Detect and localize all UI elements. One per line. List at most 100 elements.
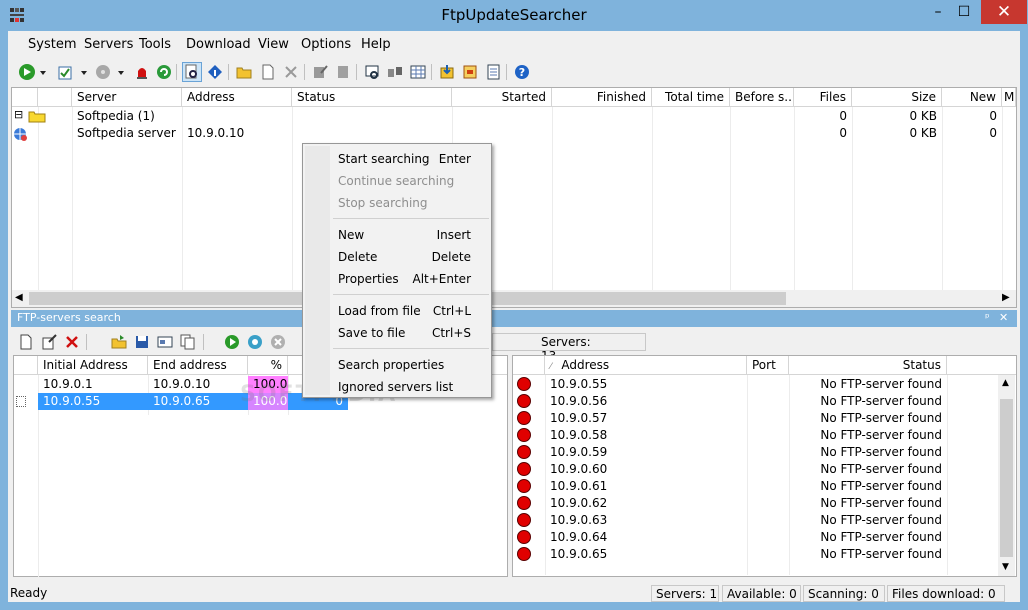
icon-column-header[interactable] — [38, 88, 72, 107]
status-dot-column-header[interactable] — [513, 356, 545, 375]
disc-icon[interactable] — [93, 62, 113, 82]
column-header-address[interactable]: Address — [182, 88, 292, 107]
info-diamond-icon[interactable] — [205, 62, 225, 82]
properties-icon[interactable] — [155, 332, 175, 352]
tree-column-header[interactable] — [12, 88, 38, 107]
menu-system[interactable]: System — [28, 37, 76, 52]
status-error-dot-icon — [517, 394, 531, 408]
table-row[interactable]: 10.9.0.62 No FTP-server found — [513, 495, 998, 512]
edit-range-icon[interactable] — [39, 332, 59, 352]
menu-item-properties[interactable]: Properties Alt+Enter — [331, 268, 489, 290]
archive-icon[interactable] — [460, 62, 480, 82]
stop-scan-icon[interactable] — [268, 332, 288, 352]
column-header-new[interactable]: New — [942, 88, 1002, 107]
column-header-status[interactable]: Status — [292, 88, 452, 107]
column-header-server[interactable]: Server — [72, 88, 182, 107]
column-header-files[interactable]: Files — [794, 88, 852, 107]
download-icon[interactable] — [437, 62, 457, 82]
panel-close-button[interactable]: ✕ — [999, 311, 1008, 324]
horizontal-scrollbar[interactable]: ◀ ▶ — [12, 290, 1016, 307]
menu-download[interactable]: Download — [186, 37, 251, 52]
network-icon[interactable] — [385, 62, 405, 82]
checklist-dropdown-icon[interactable] — [81, 71, 87, 75]
scroll-right-icon[interactable]: ▶ — [1002, 292, 1010, 303]
table-row[interactable]: ⊟ Softpedia (1) 0 0 KB 0 — [12, 108, 1016, 125]
help-icon[interactable]: ? — [512, 62, 532, 82]
menu-view[interactable]: View — [258, 37, 289, 52]
column-header-total-time[interactable]: Total time — [652, 88, 730, 107]
address-cell: 10.9.0.55 — [550, 377, 608, 391]
menu-tools[interactable]: Tools — [139, 37, 171, 52]
menu-options[interactable]: Options — [301, 37, 351, 52]
table-row[interactable]: 10.9.0.57 No FTP-server found — [513, 410, 998, 427]
menu-servers[interactable]: Servers — [84, 37, 133, 52]
delete-range-icon[interactable] — [62, 332, 82, 352]
preview-icon[interactable] — [362, 62, 382, 82]
maximize-button[interactable]: ☐ — [951, 0, 977, 24]
menu-item-save-to-file[interactable]: Save to file Ctrl+S — [331, 322, 489, 344]
table-row[interactable]: 10.9.0.65 No FTP-server found — [513, 546, 998, 563]
minimize-button[interactable]: – — [925, 0, 951, 24]
copy-icon[interactable] — [178, 332, 198, 352]
menu-item-ignored-servers-list[interactable]: Ignored servers list — [331, 376, 489, 398]
menu-item-load-from-file[interactable]: Load from file Ctrl+L — [331, 300, 489, 322]
start-dropdown-icon[interactable] — [40, 71, 46, 75]
ranges-indicator-header[interactable] — [14, 356, 38, 375]
table-row[interactable]: 10.9.0.56 No FTP-server found — [513, 393, 998, 410]
column-header-m[interactable]: M — [1002, 88, 1016, 107]
menu-item-search-properties[interactable]: Search properties — [331, 354, 489, 376]
save-range-icon[interactable] — [132, 332, 152, 352]
table-row[interactable]: 10.9.0.58 No FTP-server found — [513, 427, 998, 444]
checklist-icon[interactable] — [55, 62, 75, 82]
table-row[interactable]: 10.9.0.55 No FTP-server found — [513, 376, 998, 393]
refresh-icon[interactable] — [154, 62, 174, 82]
status-error-dot-icon — [517, 377, 531, 391]
menu-item-delete[interactable]: Delete Delete — [331, 246, 489, 268]
delete-icon[interactable] — [281, 62, 301, 82]
new-document-icon[interactable] — [258, 62, 278, 82]
edit-icon[interactable] — [310, 62, 330, 82]
menu-help[interactable]: Help — [361, 37, 391, 52]
grid-view-icon[interactable] — [408, 62, 428, 82]
server-name-cell: Softpedia (1) — [77, 109, 155, 123]
open-range-icon[interactable] — [109, 332, 129, 352]
file-list-icon[interactable] — [483, 62, 503, 82]
title-bar[interactable]: FtpUpdateSearcher – ☐ ✕ — [0, 0, 1028, 31]
scroll-down-icon[interactable]: ▼ — [1002, 562, 1009, 572]
column-header-initial-address[interactable]: Initial Address — [38, 356, 148, 375]
column-header-status[interactable]: Status — [789, 356, 947, 375]
column-header-size[interactable]: Size — [852, 88, 942, 107]
table-row[interactable]: 10.9.0.61 No FTP-server found — [513, 478, 998, 495]
panel-pin-button[interactable]: ᵖ — [985, 311, 990, 324]
start-icon[interactable] — [17, 62, 37, 82]
column-header-finished[interactable]: Finished — [552, 88, 652, 107]
close-button[interactable]: ✕ — [981, 0, 1027, 24]
open-folder-icon[interactable] — [234, 62, 254, 82]
menu-item-start-searching[interactable]: Start searching Enter — [331, 148, 489, 170]
search-servers-icon[interactable] — [182, 62, 202, 82]
scroll-up-icon[interactable]: ▲ — [1002, 378, 1009, 388]
vertical-scrollbar[interactable]: ▲ ▼ — [998, 375, 1015, 576]
table-row[interactable]: Softpedia server 10.9.0.10 0 0 KB 0 — [12, 125, 1016, 142]
menu-item-new[interactable]: New Insert — [331, 224, 489, 246]
column-header-started[interactable]: Started — [452, 88, 552, 107]
status-cell: No FTP-server found — [820, 428, 942, 442]
save-icon[interactable] — [333, 62, 353, 82]
new-range-icon[interactable] — [16, 332, 36, 352]
tree-collapse-icon[interactable]: ⊟ — [12, 108, 26, 125]
alarm-icon[interactable] — [132, 62, 152, 82]
disc-dropdown-icon[interactable] — [118, 71, 124, 75]
table-row[interactable]: 10.9.0.60 No FTP-server found — [513, 461, 998, 478]
start-scan-icon[interactable] — [222, 332, 242, 352]
column-header-port[interactable]: Port — [747, 356, 789, 375]
resume-scan-icon[interactable] — [245, 332, 265, 352]
table-row[interactable]: 10.9.0.59 No FTP-server found — [513, 444, 998, 461]
scrollbar-thumb[interactable] — [1000, 399, 1013, 557]
column-header-end-address[interactable]: End address — [148, 356, 248, 375]
scroll-left-icon[interactable]: ◀ — [15, 292, 23, 303]
table-row[interactable]: 10.9.0.63 No FTP-server found — [513, 512, 998, 529]
column-header-address[interactable]: ⁄ Address — [545, 356, 747, 375]
column-header-before-s[interactable]: Before s... — [730, 88, 794, 107]
column-header-percent[interactable]: % — [248, 356, 288, 375]
table-row[interactable]: 10.9.0.64 No FTP-server found — [513, 529, 998, 546]
